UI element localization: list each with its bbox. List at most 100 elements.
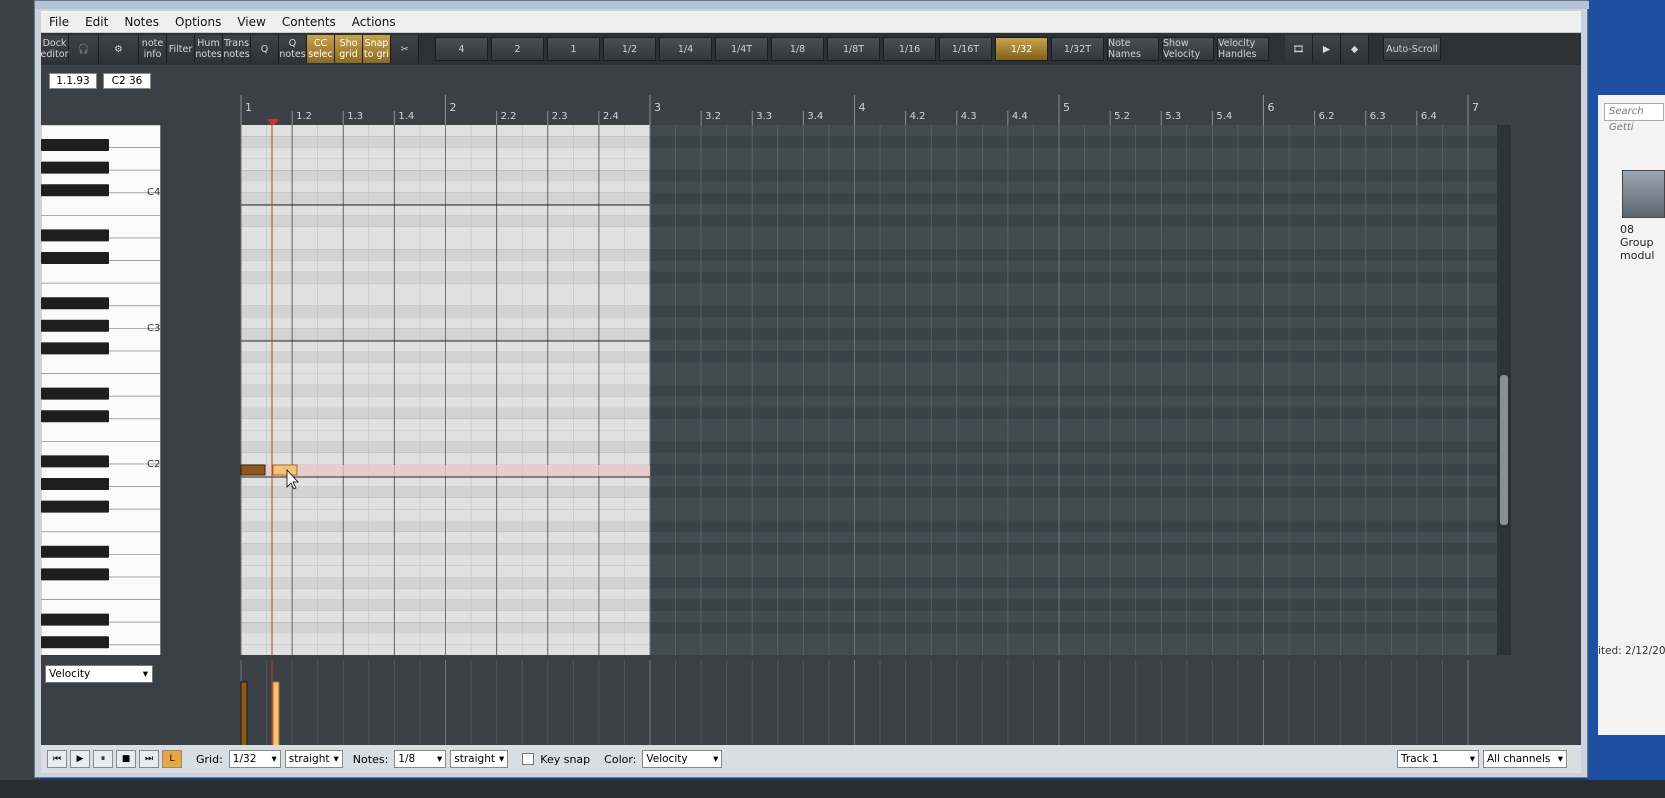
tools-icon[interactable]: ⚙: [99, 35, 139, 63]
q-notes-button[interactable]: Q notes: [279, 35, 307, 63]
track-dropdown[interactable]: Track 1 ▾: [1397, 750, 1479, 768]
menu-options[interactable]: Options: [167, 15, 229, 29]
notes-dropdown[interactable]: 1/8 ▾: [394, 750, 447, 768]
menu-actions[interactable]: Actions: [344, 15, 404, 29]
velocity-lane[interactable]: [201, 660, 1511, 750]
film-reel-icon[interactable]: 🎞: [1285, 35, 1313, 63]
key-label: C2: [147, 459, 160, 470]
search-box[interactable]: Search Getti: [1604, 103, 1664, 133]
channels-dropdown[interactable]: All channels ▾: [1483, 750, 1567, 768]
roll-row: [650, 543, 1511, 555]
menu-view[interactable]: View: [229, 15, 273, 29]
grid-button-2[interactable]: 2: [491, 37, 544, 61]
grid-button-1-8T[interactable]: 1/8T: [827, 37, 880, 61]
roll-row: [650, 610, 1511, 623]
roll-row: [650, 192, 1511, 205]
key-snap-label: Key snap: [540, 752, 591, 766]
roll-row: [650, 260, 1511, 272]
timeline-ruler[interactable]: 1 1.2 1.3 1.4 2 2.2 2.3 2.4 3 3.2 3.3 3.4 4 4.2 4.3 4.4…: [201, 93, 1511, 127]
ruler-label: 4.4: [1012, 111, 1028, 122]
trans-notes-button[interactable]: Trans notes: [223, 35, 251, 63]
grid-button-1-8[interactable]: 1/8: [771, 37, 824, 61]
velocity-handles-button[interactable]: Velocity Handles: [1217, 37, 1269, 61]
ruler-label: 5: [1063, 101, 1070, 114]
black-key: [41, 500, 109, 513]
skip-start-icon[interactable]: ⏮: [47, 750, 67, 768]
grid-button-1[interactable]: 1: [547, 37, 600, 61]
black-key: [41, 139, 109, 151]
grid-label: Grid:: [196, 752, 223, 766]
ruler-label: 6.4: [1421, 111, 1437, 122]
roll-row: [650, 577, 1511, 589]
filter-button[interactable]: Filter: [167, 35, 195, 63]
ruler-label: 2.2: [501, 111, 517, 122]
grid-button-1-32T[interactable]: 1/32T: [1051, 37, 1104, 61]
stop-icon[interactable]: ■: [116, 750, 136, 768]
midi-editor-window: File Edit Notes Options View Contents Actions …: [34, 0, 1589, 778]
ruler-label: 5.3: [1165, 111, 1181, 122]
ruler-label: 6.2: [1319, 111, 1335, 122]
chevron-down-icon: ▾: [142, 668, 148, 680]
hum-notes-button[interactable]: Hum notes: [195, 35, 223, 63]
grid-button-1-4[interactable]: 1/4: [659, 37, 712, 61]
grid-button-1-16[interactable]: 1/16: [883, 37, 936, 61]
menu-file[interactable]: File: [41, 15, 77, 29]
loop-icon[interactable]: L: [162, 750, 182, 768]
folder-icon[interactable]: [1622, 170, 1665, 218]
velocity-bar-selected: [272, 681, 280, 747]
pause-icon[interactable]: ⏸: [93, 750, 113, 768]
roll-row: [650, 622, 1511, 634]
ruler-label: 1.3: [347, 111, 363, 122]
headphones-icon[interactable]: 🎧: [69, 35, 99, 63]
film-record-icon[interactable]: ◆: [1341, 35, 1369, 63]
roll-row: [650, 452, 1511, 464]
piano-keyboard[interactable]: C4 C3 C2: [41, 125, 161, 655]
black-key: [41, 161, 109, 174]
note-names-button[interactable]: Note Names: [1107, 37, 1159, 61]
dock-editor-button[interactable]: Dock editor: [41, 35, 69, 63]
note-info-button[interactable]: note info: [139, 35, 167, 63]
roll-row: [650, 464, 1511, 476]
grid-dropdown[interactable]: 1/32 ▾: [228, 750, 281, 768]
color-dropdown[interactable]: Velocity ▾: [642, 750, 723, 768]
notes-mode-dropdown[interactable]: straight ▾: [450, 750, 509, 768]
roll-row: [650, 396, 1511, 408]
roll-row: [650, 441, 1511, 453]
screen: Search Getti 08 Group modul ited: 2/12/2…: [0, 0, 1665, 798]
grid-button-1-16T[interactable]: 1/16T: [939, 37, 992, 61]
ruler-label: 2.3: [552, 111, 568, 122]
show-grid-button[interactable]: Sho grid: [335, 35, 363, 63]
grid-mode-dropdown[interactable]: straight ▾: [284, 750, 343, 768]
quantize-button[interactable]: Q: [251, 35, 279, 63]
grid-button-1-4T[interactable]: 1/4T: [715, 37, 768, 61]
scissors-icon[interactable]: ✂: [391, 35, 419, 63]
show-velocity-button[interactable]: Show Velocity: [1162, 37, 1214, 61]
grid-button-1-32[interactable]: 1/32: [995, 37, 1048, 61]
black-key: [41, 319, 109, 332]
key-snap-checkbox[interactable]: [522, 753, 535, 765]
lane-selector[interactable]: Velocity ▾: [45, 665, 153, 683]
toolbar: Dock editor 🎧 ⚙ note info Filter Hum not…: [41, 33, 1581, 65]
menu-notes[interactable]: Notes: [116, 15, 167, 29]
ruler-label: 1.2: [296, 111, 312, 122]
grid-button-4[interactable]: 4: [435, 37, 488, 61]
auto-scroll-button[interactable]: Auto-Scroll: [1383, 37, 1441, 61]
grid-button-1-2[interactable]: 1/2: [603, 37, 656, 61]
note-position: C2 36: [103, 73, 151, 89]
chevron-down-icon: ▾: [499, 753, 505, 765]
ruler-label: 3.3: [756, 111, 772, 122]
menu-contents[interactable]: Contents: [274, 15, 344, 29]
notes-dropdown-value: 1/8: [398, 753, 416, 765]
menu-edit[interactable]: Edit: [77, 15, 116, 29]
ruler-label: 2.4: [603, 111, 619, 122]
piano-roll[interactable]: [201, 125, 1511, 655]
film-play-icon[interactable]: ▶: [1313, 35, 1341, 63]
snap-to-grid-button[interactable]: Snap to gri: [363, 35, 391, 63]
black-key: [41, 229, 109, 242]
grid-dropdown-value: 1/32: [232, 753, 257, 765]
play-icon[interactable]: ▶: [70, 750, 90, 768]
keyboard-svg: C4 C3 C2: [41, 125, 160, 655]
skip-end-icon[interactable]: ⏭: [139, 750, 159, 768]
cc-select-button[interactable]: CC selec: [307, 35, 335, 63]
roll-row: [650, 294, 1511, 306]
